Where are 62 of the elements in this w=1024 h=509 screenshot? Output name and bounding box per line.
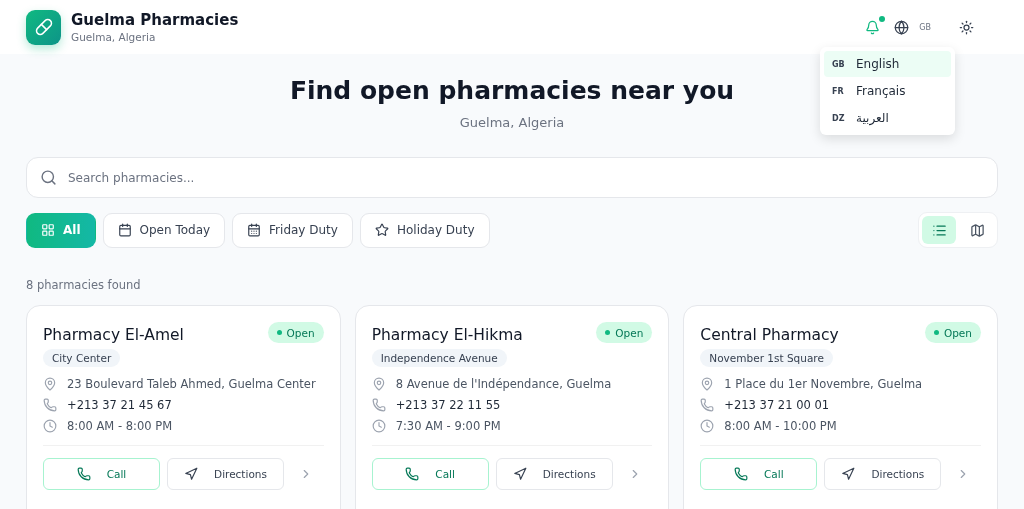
calendar-icon (247, 223, 262, 237)
status-badge: Open (596, 322, 653, 343)
phone-icon (734, 467, 748, 481)
opening-hours: 8:00 AM - 10:00 PM (724, 419, 837, 433)
list-icon (931, 222, 947, 238)
phone-icon (405, 467, 420, 481)
clock-icon (700, 419, 715, 433)
pharmacy-name: Central Pharmacy (700, 326, 839, 344)
navigation-arrow-icon (841, 467, 856, 481)
address-text: 23 Boulevard Taleb Ahmed, Guelma Center (67, 377, 316, 391)
phone-number: +213 37 21 45 67 (67, 398, 172, 412)
location-pin-icon (43, 377, 57, 391)
directions-button[interactable]: Directions (167, 458, 284, 490)
language-option[interactable]: GB English (824, 51, 951, 77)
phone-icon (76, 467, 91, 481)
directions-button[interactable]: Directions (824, 458, 942, 490)
theme-button[interactable] (959, 19, 974, 35)
calendar-icon (117, 223, 132, 237)
location-pin-icon (700, 377, 715, 391)
search-field[interactable]: Search pharmacies... (26, 157, 998, 198)
grid-icon (41, 223, 55, 237)
location-subtitle: Guelma, Algeria (459, 115, 565, 130)
star-icon (374, 223, 389, 237)
clock-icon (43, 419, 57, 433)
view-button[interactable] (922, 216, 956, 244)
language-code: GB (919, 22, 931, 32)
area-tag: City Center (43, 349, 121, 367)
status-badge: Open (924, 322, 981, 343)
clock-icon (371, 419, 386, 433)
call-button[interactable]: Call (700, 458, 818, 490)
address-text: 1 Place du 1er Novembre, Guelma (724, 377, 923, 391)
navigation-arrow-icon (512, 467, 527, 481)
language-option[interactable]: FR Français (824, 78, 951, 104)
area-tag: Independence Avenue (371, 349, 507, 367)
location-pin-icon (371, 377, 386, 391)
phone-icon (371, 398, 386, 412)
directions-button[interactable]: Directions (495, 458, 613, 490)
opening-hours: 8:00 AM - 8:00 PM (67, 419, 173, 433)
map-icon (969, 222, 985, 238)
result-count: 8 pharmacies found (26, 278, 142, 292)
call-button[interactable]: Call (43, 458, 160, 490)
status-badge: Open (267, 322, 324, 343)
pharmacy-name: Pharmacy El-Hikma (371, 326, 523, 344)
area-tag: November 1st Square (700, 349, 833, 367)
filter-tab[interactable]: Friday Duty (232, 212, 353, 248)
pharmacy-name: Pharmacy El-Amel (43, 326, 184, 344)
phone-number: +213 37 22 11 55 (395, 398, 501, 412)
page-heading: Find open pharmacies near you (289, 76, 735, 105)
phone-number: +213 37 21 00 01 (724, 398, 830, 412)
filter-tab[interactable]: Open Today (102, 212, 226, 248)
app-title: Guelma Pharmacies (71, 11, 239, 29)
phone-icon (43, 398, 57, 412)
phone-icon (700, 398, 715, 412)
opening-hours: 7:30 AM - 9:00 PM (395, 419, 501, 433)
app-location: Guelma, Algeria (71, 31, 157, 43)
navigation-arrow-icon (184, 467, 199, 481)
address-text: 8 Avenue de l'Indépendance, Guelma (395, 377, 612, 391)
pill-logo (26, 9, 61, 45)
search-icon (40, 169, 57, 186)
filter-tab[interactable]: Holiday Duty (359, 212, 490, 248)
call-button[interactable]: Call (371, 458, 489, 490)
language-button[interactable] (894, 19, 910, 35)
